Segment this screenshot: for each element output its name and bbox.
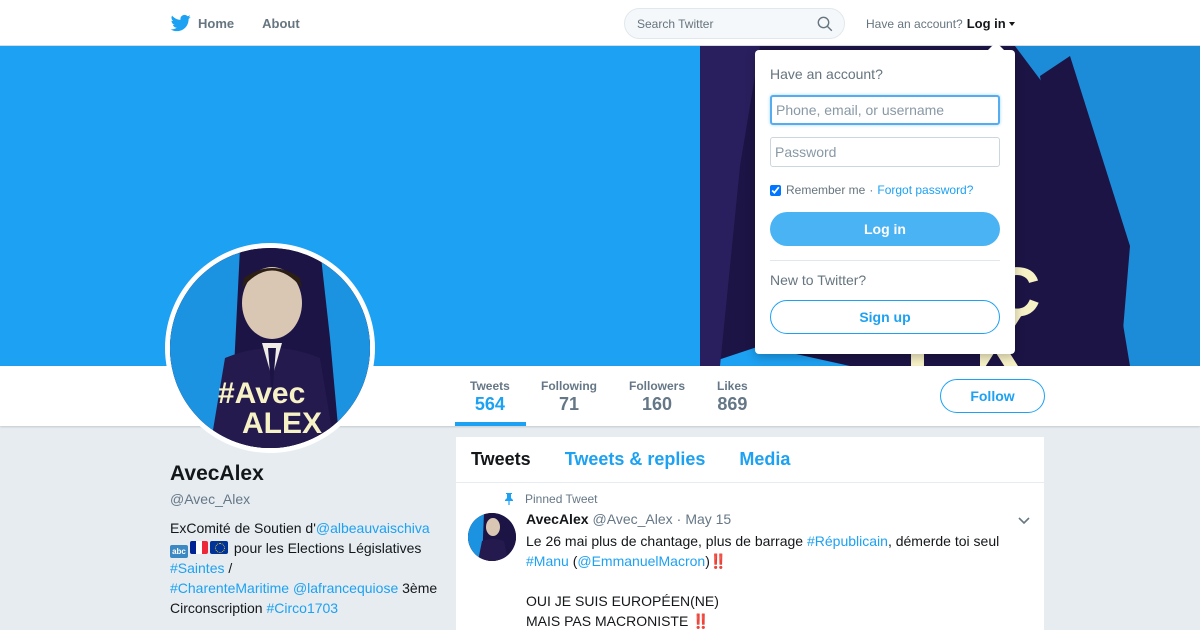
- tab-media[interactable]: Media: [739, 449, 790, 470]
- france-flag-icon: [190, 541, 208, 554]
- stat-followers[interactable]: Followers 160: [629, 379, 685, 415]
- tweet-header: AvecAlex @Avec_Alex · May 15: [526, 511, 731, 527]
- forgot-password-link[interactable]: Forgot password?: [877, 183, 973, 197]
- stat-label: Followers: [629, 379, 686, 393]
- login-link[interactable]: Log in: [967, 16, 1006, 31]
- avatar-artwork: #Avec ALEX: [170, 248, 370, 448]
- tweet-avatar-artwork: [468, 513, 516, 561]
- double-exclamation-icon: ‼️: [692, 613, 710, 629]
- dropdown-title: Have an account?: [770, 66, 883, 82]
- separator-dot: ·: [869, 183, 874, 197]
- bio-hashtag[interactable]: #Circo1703: [266, 600, 338, 616]
- tweet-text: Le 26 mai plus de chantage, plus de barr…: [526, 531, 1026, 630]
- search-input[interactable]: [637, 16, 807, 31]
- bio-text: ExComité de Soutien d': [170, 520, 316, 536]
- profile-handle[interactable]: @Avec_Alex: [170, 491, 440, 507]
- bio-hashtag[interactable]: #Saintes: [170, 560, 224, 576]
- profile-card: AvecAlex @Avec_Alex ExComité de Soutien …: [170, 462, 440, 618]
- login-toggle[interactable]: Have an account? Log in: [866, 16, 1015, 31]
- follow-button[interactable]: Follow: [940, 379, 1045, 413]
- about-link[interactable]: About: [262, 16, 300, 31]
- profile-name[interactable]: AvecAlex: [170, 462, 440, 486]
- tweet-text-part: Le 26 mai plus de chantage, plus de barr…: [526, 533, 807, 549]
- timeline: Tweets Tweets & replies Media Pinned Twe…: [456, 437, 1044, 630]
- signup-button[interactable]: Sign up: [770, 300, 1000, 334]
- top-navbar: Home About Have an account? Log in: [0, 0, 1200, 46]
- timeline-tabs: Tweets Tweets & replies Media: [456, 437, 1044, 483]
- caret-down-icon: [1008, 21, 1015, 26]
- tab-tweets-replies[interactable]: Tweets & replies: [565, 449, 706, 470]
- tweet-date[interactable]: May 15: [685, 511, 731, 527]
- stat-label: Likes: [717, 379, 748, 393]
- pinned-label: Pinned Tweet: [504, 492, 598, 506]
- twitter-bird-icon: [170, 14, 191, 32]
- tweet-text-part: MAIS PAS MACRONISTE: [526, 613, 693, 629]
- tweet-mention[interactable]: @EmmanuelMacron: [577, 553, 705, 569]
- bio-text: pour les Elections Législatives: [230, 540, 422, 556]
- home-link[interactable]: Home: [170, 13, 234, 33]
- tweet-author-name[interactable]: AvecAlex: [526, 511, 589, 527]
- tweet-avatar[interactable]: [468, 513, 516, 561]
- stat-value: 869: [717, 394, 748, 414]
- new-to-twitter-text: New to Twitter?: [770, 272, 867, 288]
- username-field[interactable]: [770, 95, 1000, 125]
- eu-flag-icon: [210, 541, 228, 554]
- stat-likes[interactable]: Likes 869: [717, 379, 748, 415]
- search-box[interactable]: [624, 8, 845, 39]
- stat-following[interactable]: Following 71: [541, 379, 597, 415]
- tweet-text-part: , démerde toi seul: [887, 533, 1000, 549]
- password-field[interactable]: [770, 137, 1000, 167]
- tab-tweets[interactable]: Tweets: [471, 449, 531, 470]
- nav-left: Home About: [170, 0, 328, 46]
- login-button[interactable]: Log in: [770, 212, 1000, 246]
- tweet-text-part: OUI JE SUIS EUROPÉEN(NE): [526, 593, 719, 609]
- active-stat-underline: [455, 422, 526, 426]
- divider: [770, 260, 1000, 261]
- avatar-text-alex: ALEX: [242, 407, 322, 440]
- remember-checkbox[interactable]: [770, 184, 781, 196]
- avatar-image: #Avec ALEX: [170, 248, 370, 448]
- home-label: Home: [198, 15, 235, 31]
- stat-value: 564: [474, 394, 505, 414]
- tweet-hashtag[interactable]: #Manu: [526, 553, 569, 569]
- search-icon[interactable]: [817, 16, 833, 32]
- bio-mention[interactable]: @lafrancequiose: [293, 580, 398, 596]
- profile-bio: ExComité de Soutien d'@albeauvaischiva a…: [170, 518, 440, 618]
- pinned-text: Pinned Tweet: [525, 492, 598, 506]
- chevron-down-icon[interactable]: [1018, 517, 1030, 525]
- stat-label: Following: [541, 379, 597, 393]
- tweet-hashtag[interactable]: #Républicain: [807, 533, 888, 549]
- remember-label[interactable]: Remember me: [786, 183, 865, 197]
- avatar-text-avec: #Avec: [218, 377, 305, 410]
- login-dropdown: Have an account? Remember me · Forgot pa…: [755, 42, 1015, 354]
- remember-row: Remember me · Forgot password?: [770, 183, 973, 197]
- abc-emoji-icon: abc: [170, 545, 188, 558]
- stat-tweets[interactable]: Tweets 564: [470, 379, 510, 415]
- bio-hashtag[interactable]: #CharenteMaritime: [170, 580, 289, 596]
- pin-icon: [505, 493, 513, 505]
- tweet-author-handle[interactable]: @Avec_Alex: [593, 511, 673, 527]
- bio-mention[interactable]: @albeauvaischiva: [316, 520, 430, 536]
- tweet-dot: ·: [676, 511, 682, 527]
- have-account-text: Have an account?: [866, 16, 963, 31]
- double-exclamation-icon: ‼️: [709, 553, 728, 569]
- stat-value: 160: [641, 394, 673, 414]
- bio-text: /: [224, 560, 233, 576]
- profile-avatar[interactable]: #Avec ALEX: [165, 243, 375, 453]
- stat-value: 71: [558, 394, 580, 414]
- stat-label: Tweets: [470, 379, 510, 393]
